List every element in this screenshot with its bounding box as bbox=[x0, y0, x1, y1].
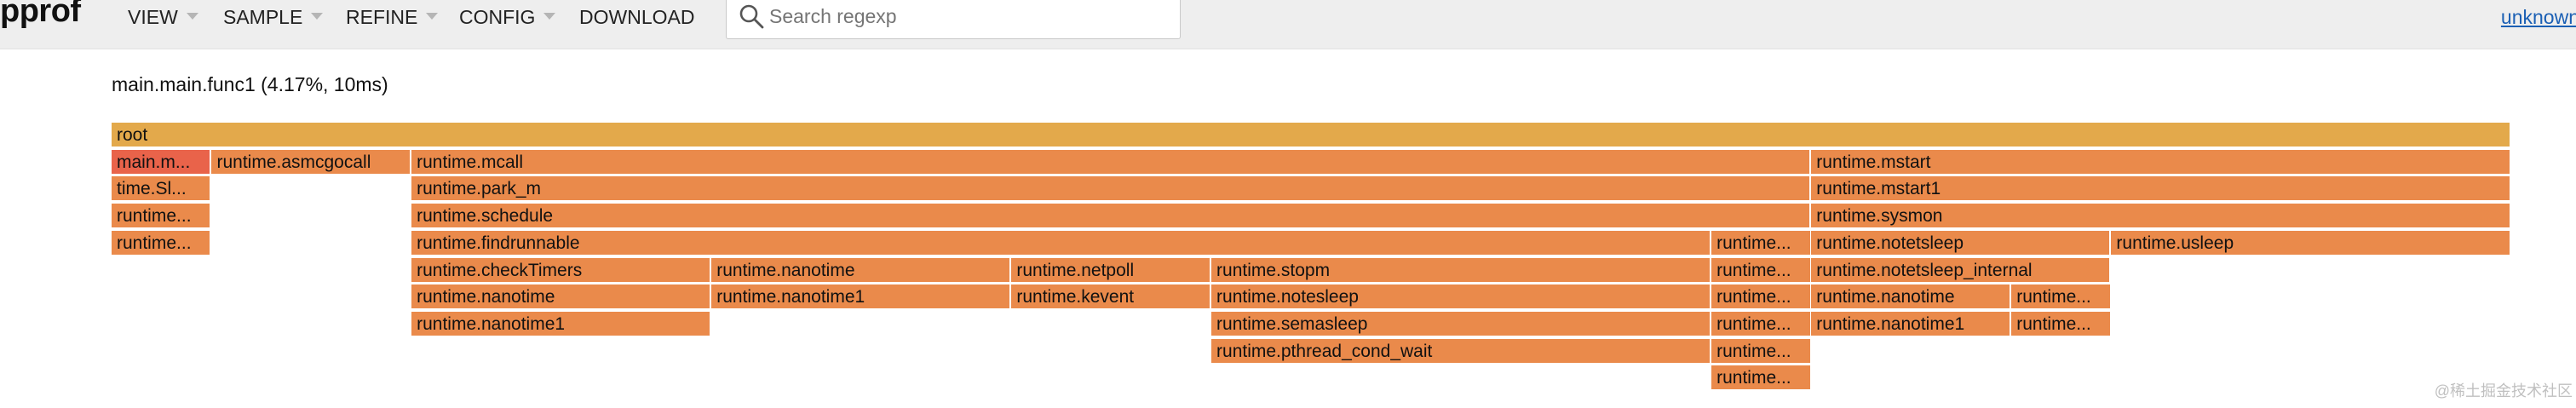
watermark: @稀土掘金技术社区 bbox=[2434, 382, 2573, 399]
flame-frame[interactable]: root bbox=[112, 123, 2511, 148]
flame-frame[interactable]: runtime... bbox=[112, 204, 212, 230]
flame-frame[interactable]: main.m... bbox=[112, 149, 212, 175]
flame-frame[interactable]: runtime.nanotime1 bbox=[711, 284, 1012, 311]
flame-frame[interactable]: runtime.semasleep bbox=[1211, 311, 1711, 337]
flame-frame[interactable]: runtime.notetsleep bbox=[1811, 230, 2112, 256]
flame-frame[interactable]: runtime... bbox=[112, 230, 212, 256]
flame-frame[interactable]: runtime.pthread_cond_wait bbox=[1211, 338, 1711, 365]
flame-graph: root main.m... runtime.asmcgocall runtime.m… bbox=[0, 0, 2576, 408]
flame-frame[interactable]: runtime.asmcgocall bbox=[211, 149, 412, 175]
flame-frame[interactable]: runtime... bbox=[1711, 284, 1812, 311]
flame-frame[interactable]: runtime... bbox=[2011, 311, 2112, 337]
flame-frame[interactable]: runtime... bbox=[1711, 338, 1812, 365]
flame-frame[interactable]: runtime.mstart bbox=[1811, 149, 2511, 175]
flame-frame[interactable]: runtime.nanotime bbox=[711, 257, 1012, 284]
flame-frame[interactable]: runtime... bbox=[1711, 311, 1812, 337]
flame-frame[interactable]: runtime.notetsleep_internal bbox=[1811, 257, 2112, 284]
flame-frame[interactable]: time.Sl... bbox=[112, 176, 212, 203]
flame-frame[interactable]: runtime.park_m bbox=[411, 176, 1812, 203]
flame-frame[interactable]: runtime.stopm bbox=[1211, 257, 1711, 284]
flame-frame[interactable]: runtime.checkTimers bbox=[411, 257, 712, 284]
flame-frame[interactable]: runtime.nanotime bbox=[411, 284, 712, 311]
flame-frame[interactable]: runtime.mstart1 bbox=[1811, 176, 2511, 203]
flame-frame[interactable]: runtime... bbox=[1711, 230, 1812, 256]
flame-frame[interactable]: runtime... bbox=[1711, 257, 1812, 284]
flame-frame[interactable]: runtime.kevent bbox=[1011, 284, 1212, 311]
flame-frame[interactable]: runtime.schedule bbox=[411, 204, 1812, 230]
flame-frame[interactable]: runtime... bbox=[2011, 284, 2112, 311]
flame-frame[interactable]: runtime.findrunnable bbox=[411, 230, 1712, 256]
flame-frame[interactable]: runtime.sysmon bbox=[1811, 204, 2511, 230]
flame-frame[interactable]: runtime.mcall bbox=[411, 149, 1812, 175]
flame-frame[interactable]: runtime.nanotime bbox=[1811, 284, 2011, 311]
flame-frame[interactable]: runtime.nanotime1 bbox=[411, 311, 712, 337]
flame-frame[interactable]: runtime.usleep bbox=[2111, 230, 2511, 256]
flame-frame[interactable]: runtime.netpoll bbox=[1011, 257, 1212, 284]
flame-frame[interactable]: runtime.notesleep bbox=[1211, 284, 1711, 311]
flame-frame[interactable]: runtime... bbox=[1711, 365, 1812, 392]
flame-frame[interactable]: runtime.nanotime1 bbox=[1811, 311, 2011, 337]
